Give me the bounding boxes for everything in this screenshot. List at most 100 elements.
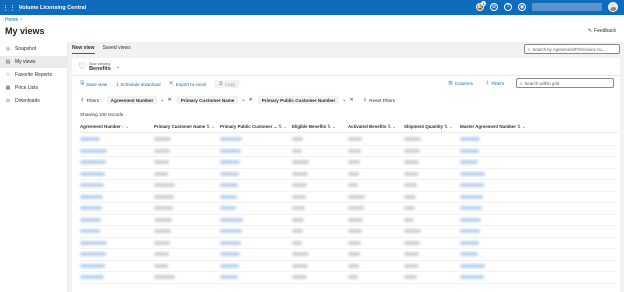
redacted-value[interactable] [220,263,239,268]
close-icon[interactable]: ✕ [349,97,353,103]
table-row[interactable] [80,272,618,284]
copy-button[interactable]: ⧉ Copy [215,80,240,88]
filters-button[interactable]: ⏚ Filters [485,80,504,86]
redacted-value[interactable] [80,194,103,199]
redacted-value[interactable] [220,171,239,176]
export-excel-button[interactable]: ⇱ Export to excel [170,81,207,87]
account-icon[interactable]: ◉ [518,3,526,11]
redacted-value[interactable] [80,183,104,188]
redacted-value[interactable] [220,229,242,234]
sort-icon[interactable]: ⇅ ⌄ [206,124,215,129]
schedule-download-button[interactable]: ⤓ Schedule download [116,81,160,87]
redacted-value[interactable] [220,137,242,142]
redacted-value[interactable] [80,160,106,165]
chevron-down-icon[interactable]: ⌄ [342,97,346,103]
table-row[interactable] [80,226,618,238]
redacted-value[interactable] [220,194,237,199]
redacted-value[interactable] [220,148,241,153]
column-header-shipment-quantity[interactable]: Shipment Quantity⇅ ⌄ [404,124,460,132]
redacted-value[interactable] [80,137,100,142]
table-row[interactable] [80,146,618,157]
redacted-value[interactable] [460,217,481,222]
column-header-activated-benefits[interactable]: Activated Benefits⇅ ⌄ [348,124,404,132]
redacted-value[interactable] [220,217,243,222]
column-header-primary-public-customer[interactable]: Primary Public Customer ...⇅ ⌄ [220,124,292,132]
chevron-down-icon[interactable]: ⌄ [160,97,164,103]
redacted-value[interactable] [80,240,107,245]
sort-icon[interactable]: ⇅ ⌄ [387,124,396,129]
redacted-value[interactable] [220,240,241,245]
redacted-value[interactable] [80,217,101,222]
redacted-value[interactable] [220,183,238,188]
redacted-value[interactable] [80,252,106,257]
help-icon[interactable]: ? [504,3,512,11]
grid-search-input[interactable]: ⌕ Search within grid [516,78,614,88]
redacted-value[interactable] [460,263,485,268]
sidebar-item-my-views[interactable]: ▤ My views [0,56,67,68]
redacted-value[interactable] [460,240,479,245]
tab-new-view[interactable]: New view [72,44,95,54]
breadcrumb-home-link[interactable]: Home [5,17,18,23]
redacted-value[interactable] [460,275,484,280]
filter-chip-primary-customer-name[interactable]: Primary Customer Name ⌄ ✕ [176,96,253,104]
sidebar-item-favorite-reports[interactable]: ☆ Favorite Reports [0,69,67,81]
notification-icon[interactable]: 🔔 1 [476,1,486,11]
sidebar-item-downloads[interactable]: ⊙ Downloads [0,95,67,107]
table-row[interactable] [80,238,618,249]
filter-chip-primary-public-customer-number[interactable]: Primary Public Customer Number ⌄ ✕ [257,96,354,104]
reset-filters-button[interactable]: ⏚ Reset Filters [363,97,395,103]
column-header-eligible-benefits[interactable]: Eligible Benefits⇅ ⌄ [292,124,348,132]
table-row[interactable] [80,261,618,272]
redacted-value[interactable] [80,171,105,176]
settings-icon[interactable]: ⚙ [490,3,498,11]
app-launcher-icon[interactable]: ⋮⋮⋮ [2,4,23,12]
redacted-value[interactable] [460,137,480,142]
redacted-value[interactable] [460,229,480,234]
sidebar-item-price-lists[interactable]: ▦ Price Lists [0,82,67,94]
tab-saved-views[interactable]: Saved views [103,44,131,54]
column-header-primary-customer-name[interactable]: Primary Customer Name⇅ ⌄ [154,124,220,132]
redacted-value[interactable] [460,183,484,188]
save-view-button[interactable]: 🖫 Save view [80,80,107,88]
table-row[interactable] [80,249,618,261]
filter-chip-agreement-number[interactable]: Agreement Number ⌄ ✕ [106,96,172,104]
table-row[interactable] [80,134,618,146]
columns-button[interactable]: ▥ Columns [448,80,472,86]
column-header-agreement-number[interactable]: Agreement Number↑ ⌄ [80,124,154,132]
table-row[interactable] [80,192,618,203]
redacted-value[interactable] [460,160,478,165]
table-row[interactable] [80,180,618,192]
table-row[interactable] [80,169,618,180]
sort-icon[interactable]: ⇅ ⌄ [278,124,287,129]
feedback-button[interactable]: ✎ Feedback [588,28,616,34]
sort-icon[interactable]: ⇅ ⌄ [517,124,526,129]
chevron-down-icon[interactable]: ⌄ [241,97,245,103]
table-row[interactable] [80,157,618,169]
sort-icon[interactable]: ⇅ ⌄ [444,124,453,129]
table-row[interactable] [80,215,618,226]
redacted-value[interactable] [80,148,107,153]
sort-icon[interactable]: ⇅ ⌄ [327,124,336,129]
avatar[interactable] [608,2,618,12]
close-icon[interactable]: ✕ [249,97,253,103]
redacted-value[interactable] [80,229,100,234]
close-icon[interactable]: ✕ [168,97,172,103]
redacted-value[interactable] [220,252,240,257]
sidebar-item-snapshot[interactable]: ◎ Snapshot [0,43,67,55]
redacted-value[interactable] [80,206,102,211]
redacted-value[interactable] [460,148,479,153]
redacted-value[interactable] [460,194,483,199]
redacted-value[interactable] [460,171,485,176]
table-row[interactable] [80,203,618,215]
redacted-value[interactable] [460,206,482,211]
column-header-master-agreement-number[interactable]: Master Agreement Number⇅ ⌄ [460,124,540,132]
redacted-value[interactable] [460,252,478,257]
agreement-search-input[interactable]: ⌕ Search by Agreement/PO/Invoice nu... [524,44,620,54]
redacted-value[interactable] [220,275,238,280]
sort-icon[interactable]: ↑ ⌄ [122,124,129,129]
view-selector[interactable]: ♡ Now viewing Benefits ⌄ [78,61,120,72]
redacted-value[interactable] [220,206,236,211]
redacted-value[interactable] [220,160,240,165]
redacted-value[interactable] [80,263,105,268]
user-name-box[interactable] [532,3,602,11]
